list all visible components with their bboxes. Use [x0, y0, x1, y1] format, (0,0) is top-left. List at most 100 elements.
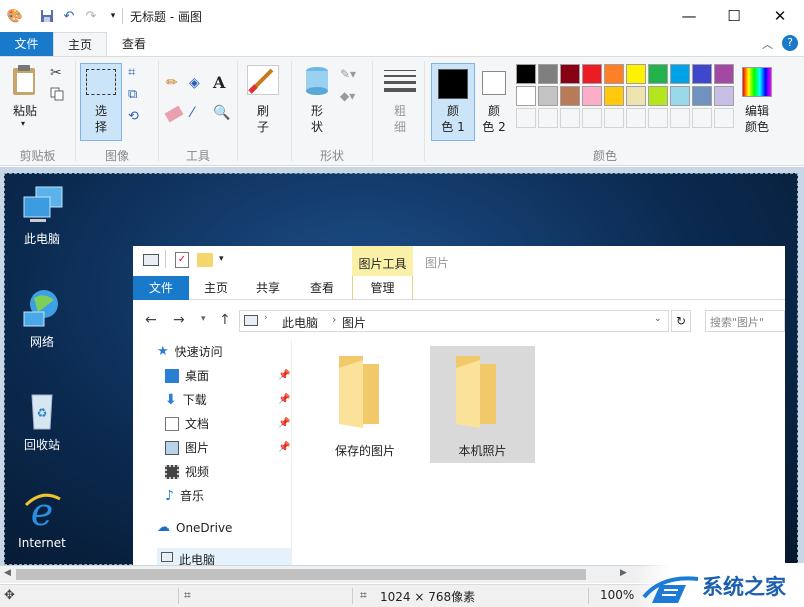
brushes-label[interactable]: 刷 — [247, 103, 279, 119]
palette-swatch[interactable] — [714, 64, 734, 84]
pencil-icon[interactable]: ✏ — [166, 75, 178, 91]
customize-toolbar-icon[interactable]: ▾ — [104, 7, 122, 25]
edit-colors-label[interactable]: 编辑 — [736, 103, 778, 119]
text-icon[interactable]: A — [213, 73, 225, 92]
palette-swatch[interactable] — [560, 108, 580, 128]
back-icon[interactable]: ← — [145, 312, 157, 328]
brushes-label-2[interactable]: 子 — [247, 119, 279, 135]
size-label-2[interactable]: 细 — [384, 119, 416, 135]
forward-icon[interactable]: → — [173, 312, 185, 328]
nav-downloads[interactable]: ⬇ 下载 — [165, 388, 207, 412]
breadcrumb-pictures[interactable]: 图片 — [342, 314, 366, 331]
tab-home[interactable]: 主页 — [53, 32, 107, 57]
new-folder-icon[interactable] — [197, 253, 213, 267]
up-icon[interactable]: ↑ — [219, 312, 231, 328]
palette-swatch[interactable] — [560, 64, 580, 84]
palette-swatch[interactable] — [604, 64, 624, 84]
palette-swatch[interactable] — [604, 86, 624, 106]
color-picker-icon[interactable]: ⁄ — [191, 105, 193, 121]
palette-swatch[interactable] — [604, 108, 624, 128]
maximize-button[interactable]: ☐ — [711, 0, 757, 32]
magnifier-icon[interactable]: 🔍 — [213, 105, 230, 121]
fill-shape-icon[interactable]: ◆▾ — [340, 89, 355, 103]
palette-swatch[interactable] — [714, 86, 734, 106]
palette-swatch[interactable] — [582, 64, 602, 84]
palette-swatch[interactable] — [648, 86, 668, 106]
scroll-left-icon[interactable]: ◀ — [4, 568, 11, 578]
explorer-tab-manage[interactable]: 管理 — [352, 276, 413, 300]
palette-swatch[interactable] — [670, 64, 690, 84]
palette-swatch[interactable] — [582, 108, 602, 128]
copy-icon[interactable] — [50, 87, 64, 101]
nav-pictures[interactable]: 图片 — [165, 436, 209, 460]
recent-locations-icon[interactable]: ▾ — [201, 314, 206, 324]
size-label[interactable]: 粗 — [384, 103, 416, 119]
palette-swatch[interactable] — [560, 86, 580, 106]
save-icon[interactable] — [38, 7, 56, 25]
folder-item-selected[interactable]: 本机照片 — [430, 346, 535, 463]
chevron-down-icon[interactable]: ▾ — [21, 119, 25, 128]
palette-swatch[interactable] — [670, 108, 690, 128]
shapes-label-2[interactable]: 状 — [302, 119, 332, 135]
desktop-icon-network[interactable]: 网络 — [6, 286, 78, 350]
customize-toolbar-icon[interactable]: ▾ — [219, 254, 224, 264]
brushes-icon[interactable] — [247, 65, 279, 95]
desktop-icon-this-pc[interactable]: 此电脑 — [6, 183, 78, 247]
pin-icon[interactable]: 📌 — [278, 418, 290, 429]
desktop-icon-internet-explorer[interactable]: e Internet — [6, 489, 78, 550]
nav-desktop[interactable]: 桌面 — [165, 364, 209, 388]
chevron-down-icon[interactable]: ⌄ — [654, 314, 662, 324]
eraser-icon[interactable] — [164, 105, 184, 123]
palette-swatch[interactable] — [582, 86, 602, 106]
paste-label[interactable]: 粘贴 — [10, 103, 40, 119]
shapes-icon[interactable] — [302, 65, 332, 97]
palette-swatch[interactable] — [692, 86, 712, 106]
palette-swatch[interactable] — [538, 108, 558, 128]
address-bar[interactable]: › 此电脑 › 图片 ⌄ — [239, 310, 669, 332]
desktop-icon-recycle-bin[interactable]: ♻ 回收站 — [6, 389, 78, 453]
collapse-ribbon-icon[interactable]: ︿ — [762, 36, 773, 52]
rotate-icon[interactable]: ⟲ — [128, 109, 139, 124]
palette-swatch[interactable] — [692, 64, 712, 84]
palette-swatch[interactable] — [626, 108, 646, 128]
tab-file[interactable]: 文件 — [0, 32, 53, 57]
nav-documents[interactable]: 文档 — [165, 412, 209, 436]
close-button[interactable]: ✕ — [757, 0, 803, 32]
nav-music[interactable]: ♪ 音乐 — [165, 484, 204, 508]
pin-icon[interactable]: 📌 — [278, 370, 290, 381]
palette-swatch[interactable] — [626, 86, 646, 106]
nav-this-pc[interactable]: 此电脑 — [157, 548, 291, 565]
search-input[interactable]: 搜索"图片" — [705, 310, 785, 332]
size-icon[interactable] — [384, 69, 416, 96]
tab-view[interactable]: 查看 — [108, 32, 160, 57]
palette-swatch[interactable] — [538, 86, 558, 106]
edit-colors-icon[interactable] — [742, 67, 772, 97]
explorer-tab-file[interactable]: 文件 — [133, 276, 189, 300]
redo-icon[interactable]: ↷ — [82, 7, 100, 25]
fill-icon[interactable]: ◈ — [189, 75, 200, 91]
paste-icon[interactable] — [10, 65, 40, 97]
palette-swatch[interactable] — [516, 86, 536, 106]
palette-swatch[interactable] — [692, 108, 712, 128]
pin-icon[interactable]: 📌 — [278, 394, 290, 405]
nav-quick-access[interactable]: ★ 快速访问 — [157, 340, 223, 364]
palette-swatch[interactable] — [626, 64, 646, 84]
palette-swatch[interactable] — [538, 64, 558, 84]
crop-icon[interactable]: ⌗ — [128, 65, 135, 80]
palette-swatch[interactable] — [516, 108, 536, 128]
scroll-right-icon[interactable]: ▶ — [620, 568, 627, 578]
undo-icon[interactable]: ↶ — [60, 7, 78, 25]
breadcrumb-this-pc[interactable]: 此电脑 — [282, 314, 318, 331]
help-icon[interactable]: ? — [782, 35, 798, 51]
nav-videos[interactable]: 视频 — [165, 460, 209, 484]
cut-icon[interactable]: ✂ — [50, 65, 62, 81]
shapes-label[interactable]: 形 — [302, 103, 332, 119]
outline-icon[interactable]: ✎▾ — [340, 67, 356, 81]
explorer-tab-home[interactable]: 主页 — [191, 276, 241, 300]
minimize-button[interactable]: — — [666, 0, 712, 32]
folder-item[interactable]: 保存的图片 — [315, 346, 415, 462]
properties-icon[interactable]: ✓ — [175, 252, 189, 268]
zoom-level[interactable]: 100% — [600, 588, 634, 602]
palette-swatch[interactable] — [714, 108, 734, 128]
nav-onedrive[interactable]: ☁ OneDrive — [157, 516, 232, 540]
